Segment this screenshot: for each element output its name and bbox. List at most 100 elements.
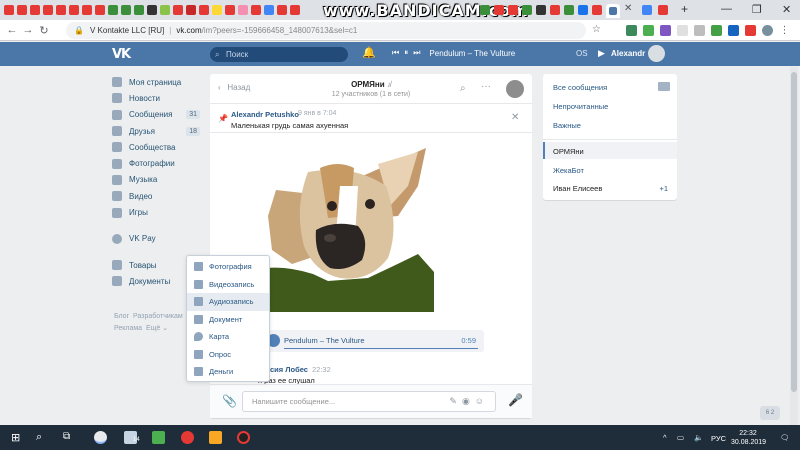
sidebar-item-messages[interactable]: Сообщения 31 [112, 107, 204, 123]
tab-close-icon[interactable]: ✕ [624, 3, 632, 14]
user-name[interactable]: Alexandr [611, 49, 645, 58]
attach-money[interactable]: Деньги [187, 363, 269, 381]
camera-icon[interactable]: ◉ [462, 396, 475, 406]
tab-favicon-youtube[interactable] [4, 5, 14, 15]
tab-favicon-youtube[interactable] [56, 5, 66, 15]
address-bar[interactable]: 🔒 V Kontakte LLC [RU] | vk.com/im?peers=… [66, 22, 586, 39]
tab-favicon-youtube[interactable] [43, 5, 53, 15]
next-track-icon[interactable]: ⏭ [413, 48, 420, 58]
tab-favicon[interactable] [290, 5, 300, 15]
lock-icon[interactable]: 🔒 [74, 26, 84, 35]
volume-icon[interactable]: 🔈 [694, 433, 703, 442]
user-menu[interactable]: OS ▶ Alexandr [576, 45, 665, 62]
tab-favicon-youtube[interactable] [69, 5, 79, 15]
footer-link-developers[interactable]: Разработчикам [133, 313, 183, 320]
bandicam-icon[interactable] [237, 431, 250, 444]
forward-arrow-icon[interactable]: → [20, 24, 36, 36]
network-icon[interactable]: ▭ [677, 433, 684, 442]
message-input[interactable]: Напишите сообщение... ✎◉☺ [242, 391, 496, 412]
vk-logo[interactable]: VK [112, 47, 131, 62]
tab-favicon[interactable] [199, 5, 209, 15]
clock[interactable]: 22:32 30.08.2019 [731, 429, 766, 447]
attach-photo[interactable]: Фотография [187, 258, 269, 276]
tab-favicon-google[interactable] [642, 5, 652, 15]
dog-photo-attachment[interactable] [258, 146, 434, 312]
search-icon[interactable]: ⌕ [36, 431, 49, 444]
sidebar-item-games[interactable]: Игры [112, 204, 204, 220]
tab-favicon-m[interactable] [108, 5, 118, 15]
attach-poll[interactable]: Опрос [187, 346, 269, 364]
chrome-menu-icon[interactable]: ⋮ [779, 25, 790, 36]
tab-favicon[interactable] [173, 5, 183, 15]
footer-link-ads[interactable]: Реклама [114, 325, 142, 332]
audio-title[interactable]: Pendulum – The Vulture [284, 336, 365, 345]
sidebar-item-friends[interactable]: Друзья 18 [112, 123, 204, 139]
emoji-icon[interactable]: ☺ [475, 396, 489, 406]
pause-icon[interactable]: ⏸ [404, 48, 408, 58]
play-triangle-icon[interactable]: ▶ [598, 48, 605, 59]
tab-favicon-m[interactable] [147, 5, 157, 15]
task-view-icon[interactable]: ⧉ [63, 431, 76, 444]
corner-badge[interactable]: 6 2 [760, 406, 780, 420]
tab-favicon-youtube[interactable] [30, 5, 40, 15]
extension-icon[interactable] [660, 25, 671, 36]
extension-icon[interactable] [626, 25, 637, 36]
paperclip-icon[interactable]: 📎 [222, 394, 237, 408]
extension-icon[interactable] [711, 25, 722, 36]
footer-link-more[interactable]: Ещё [146, 325, 160, 332]
windows-start-icon[interactable]: ⊞ [11, 431, 24, 444]
pinned-message[interactable]: 📌 Alexandr Petushko 9 янв в 7:04 Маленьк… [210, 105, 532, 133]
chevron-down-icon[interactable]: ⌄ [162, 325, 168, 332]
tab-favicon-youtube[interactable] [95, 5, 105, 15]
chrome-icon[interactable] [94, 431, 107, 444]
sidebar-item-photos[interactable]: Фотографии [112, 155, 204, 171]
app-icon[interactable] [209, 431, 222, 444]
pinned-author[interactable]: Alexandr Petushko [231, 110, 299, 119]
graffiti-icon[interactable]: ✎ [449, 396, 462, 406]
tab-favicon-m[interactable] [564, 5, 574, 15]
extension-icon[interactable] [728, 25, 739, 36]
extension-icon[interactable] [745, 25, 756, 36]
tab-favicon[interactable] [550, 5, 560, 15]
back-arrow-icon[interactable]: ← [4, 24, 20, 36]
notifications-icon[interactable]: 🗨 [780, 433, 790, 442]
tab-favicon-m[interactable] [522, 5, 532, 15]
attach-audio[interactable]: Аудиозапись [187, 293, 269, 311]
chat-list-item-zhekabot[interactable]: ЖекаБот [553, 166, 584, 175]
more-icon[interactable]: ··· [481, 81, 491, 92]
sidebar-item-vkpay[interactable]: VK Pay [112, 231, 204, 247]
minimize-icon[interactable]: — [721, 3, 732, 15]
chat-list-item-ormyani[interactable]: ОРМЯни [553, 147, 584, 156]
close-window-icon[interactable]: ✕ [782, 3, 791, 16]
scrollbar-thumb[interactable] [791, 72, 797, 392]
previous-track-icon[interactable]: ⏮ [392, 48, 399, 58]
extension-icon[interactable] [694, 25, 705, 36]
sidebar-item-video[interactable]: Видео [112, 188, 204, 204]
chat-members-count[interactable]: 12 участников (1 в сети) [210, 91, 532, 98]
footer-link-blog[interactable]: Блог [114, 313, 129, 320]
sidebar-item-news[interactable]: Новости [112, 90, 204, 106]
tab-favicon[interactable] [494, 5, 504, 15]
sidebar-item-my-page[interactable]: Моя страница [112, 74, 204, 90]
language-indicator[interactable]: РУС [711, 434, 726, 443]
star-icon[interactable]: ☆ [592, 24, 601, 35]
vk-search-input[interactable]: ⌕ Поиск [210, 47, 348, 62]
sidebar-item-groups[interactable]: Сообщества [112, 139, 204, 155]
tab-favicon[interactable] [578, 5, 588, 15]
tab-favicon[interactable] [186, 5, 196, 15]
chevron-up-icon[interactable]: ^ [663, 433, 667, 442]
new-tab-icon[interactable]: + [681, 2, 688, 16]
active-tab[interactable] [606, 4, 620, 18]
now-playing-title[interactable]: Pendulum – The Vulture [429, 49, 515, 58]
chat-avatar[interactable] [506, 80, 524, 98]
tab-favicon[interactable] [277, 5, 287, 15]
attach-video[interactable]: Видеозапись [187, 276, 269, 294]
tab-favicon[interactable] [225, 5, 235, 15]
tab-favicon-youtube[interactable] [17, 5, 27, 15]
app-icon[interactable] [152, 431, 165, 444]
avatar[interactable] [648, 45, 665, 62]
mail-icon[interactable] [658, 82, 670, 91]
audio-attachment[interactable]: Pendulum – The Vulture 0:59 [262, 330, 484, 352]
opera-icon[interactable] [181, 431, 194, 444]
tab-favicon[interactable] [508, 5, 518, 15]
